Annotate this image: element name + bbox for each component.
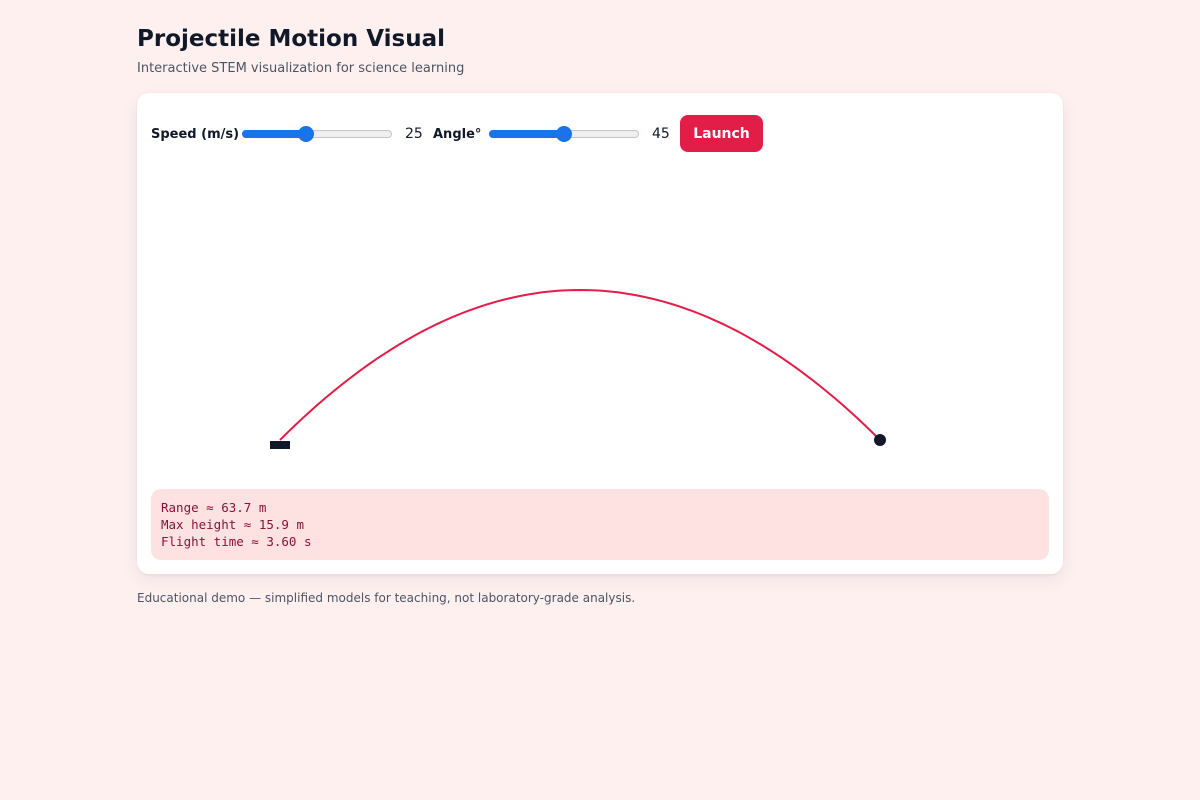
trajectory-canvas (270, 288, 886, 449)
projectile-ball-icon (874, 434, 886, 446)
simulation-card: Speed (m/s) 25 Angle° 45 Launch Range ≈ … (137, 93, 1063, 574)
launcher-icon (270, 441, 290, 449)
flight-time-readout: Flight time ≈ 3.60 s (161, 534, 312, 549)
footer-note: Educational demo — simplified models for… (137, 591, 636, 605)
page-subtitle: Interactive STEM visualization for scien… (137, 61, 465, 76)
page-title: Projectile Motion Visual (137, 26, 445, 52)
trajectory-path (279, 288, 881, 441)
stats-panel: Range ≈ 63.7 m Max height ≈ 15.9 m Fligh… (151, 489, 1049, 560)
range-readout: Range ≈ 63.7 m (161, 500, 267, 515)
max-height-readout: Max height ≈ 15.9 m (161, 517, 304, 532)
